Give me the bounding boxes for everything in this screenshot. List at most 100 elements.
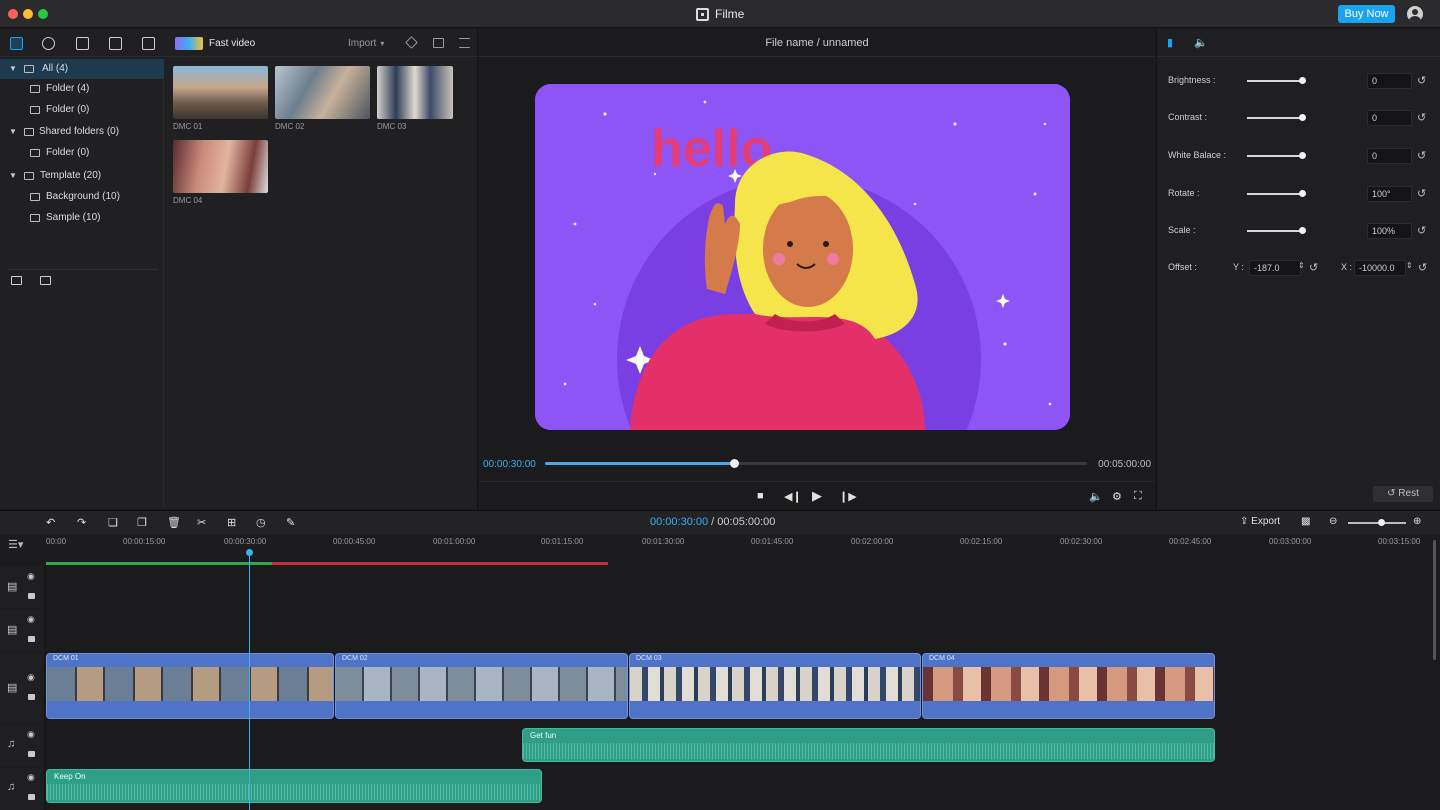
- playhead-handle[interactable]: [246, 549, 253, 556]
- zoom-slider-handle[interactable]: [1378, 519, 1385, 526]
- buy-now-button[interactable]: Buy Now: [1338, 5, 1395, 23]
- slider-handle[interactable]: [1298, 77, 1306, 84]
- visibility-eye-icon[interactable]: ◉: [27, 571, 35, 582]
- tree-item-template[interactable]: ▼ Template (20): [0, 166, 164, 186]
- media-thumbnail[interactable]: [173, 66, 268, 119]
- stepper-icon[interactable]: ⇕: [1406, 261, 1418, 273]
- tree-item-folder[interactable]: Folder (0): [0, 100, 164, 120]
- slider-handle[interactable]: [1298, 152, 1306, 159]
- settings-gear-icon[interactable]: ⚙: [1112, 490, 1122, 503]
- folder-icon[interactable]: [433, 38, 444, 48]
- property-value-input[interactable]: 100°: [1367, 186, 1412, 202]
- volume-icon[interactable]: ◉: [27, 729, 35, 740]
- maximize-window-button[interactable]: [38, 9, 48, 19]
- visibility-eye-icon[interactable]: ◉: [27, 614, 35, 625]
- reset-icon[interactable]: ↺: [1418, 261, 1430, 274]
- tree-item-all[interactable]: ▼ All (4): [0, 59, 164, 79]
- lock-icon[interactable]: [28, 636, 35, 642]
- reset-icon[interactable]: ↺: [1417, 74, 1429, 87]
- fast-video-label[interactable]: Fast video: [209, 38, 255, 49]
- edit-pen-icon[interactable]: ✎: [286, 516, 295, 529]
- undo-icon[interactable]: ↶: [46, 516, 55, 529]
- property-slider[interactable]: [1247, 152, 1306, 159]
- previous-frame-icon[interactable]: ◀❙: [784, 490, 802, 503]
- lock-icon[interactable]: [28, 694, 35, 700]
- stop-icon[interactable]: ■: [757, 490, 764, 502]
- playhead-line[interactable]: [249, 550, 250, 810]
- zoom-slider[interactable]: [1348, 522, 1406, 524]
- track-menu-icon[interactable]: ☰▾: [8, 538, 23, 551]
- preview-canvas[interactable]: hello: [535, 84, 1070, 430]
- offset-x-input[interactable]: -10000.0: [1354, 260, 1406, 276]
- reset-icon[interactable]: ↺: [1309, 261, 1321, 274]
- redo-icon[interactable]: ↷: [77, 516, 86, 529]
- rest-button[interactable]: ↺ Rest: [1373, 486, 1433, 502]
- fullscreen-icon[interactable]: ⛶: [1134, 490, 1142, 503]
- lock-icon[interactable]: [28, 794, 35, 800]
- layers-icon[interactable]: [405, 36, 418, 49]
- export-button[interactable]: ⇪ Export: [1240, 516, 1280, 527]
- scrubber-handle[interactable]: [730, 459, 740, 468]
- crop-icon[interactable]: ⊞: [227, 516, 236, 529]
- video-clip[interactable]: DCM 04: [922, 653, 1215, 719]
- tree-item-folder[interactable]: Folder (0): [0, 143, 164, 163]
- property-value-input[interactable]: 100%: [1367, 223, 1412, 239]
- lock-icon[interactable]: [28, 593, 35, 599]
- reset-icon[interactable]: ↺: [1417, 187, 1429, 200]
- list-view-icon[interactable]: [459, 38, 470, 48]
- media-thumbnail[interactable]: [173, 140, 268, 193]
- video-clip[interactable]: DCM 01: [46, 653, 334, 719]
- media-icon[interactable]: [10, 37, 23, 50]
- play-icon[interactable]: ▶: [812, 488, 822, 504]
- video-clip[interactable]: DCM 03: [629, 653, 921, 719]
- timeline-ruler[interactable]: ☰▾ 00:00 00:00:15:00 00:00:30:00 00:00:45:0…: [0, 534, 1440, 558]
- tree-item-sample[interactable]: Sample (10): [0, 208, 164, 228]
- video-properties-tab-icon[interactable]: ▮: [1167, 36, 1173, 49]
- slider-handle[interactable]: [1298, 227, 1306, 234]
- text-icon[interactable]: [109, 37, 122, 50]
- tree-item-background[interactable]: Background (10): [0, 187, 164, 207]
- media-thumbnail[interactable]: [275, 66, 370, 119]
- property-slider[interactable]: [1247, 190, 1306, 197]
- volume-icon[interactable]: ◉: [27, 772, 35, 783]
- tree-item-shared-folders[interactable]: ▼ Shared folders (0): [0, 122, 164, 142]
- slider-handle[interactable]: [1298, 114, 1306, 121]
- effects-icon[interactable]: [42, 37, 55, 50]
- property-value-input[interactable]: 0: [1367, 148, 1412, 164]
- offset-y-input[interactable]: -187.0: [1249, 260, 1301, 276]
- tree-item-folder[interactable]: Folder (4): [0, 79, 164, 99]
- lock-icon[interactable]: [28, 751, 35, 757]
- delete-icon[interactable]: 🗑: [167, 516, 181, 529]
- user-avatar-icon[interactable]: [1407, 6, 1423, 22]
- audio-clip[interactable]: Get fun: [522, 728, 1215, 762]
- preview-scrubber[interactable]: [545, 459, 1087, 468]
- slider-handle[interactable]: [1298, 190, 1306, 197]
- media-thumbnail[interactable]: [377, 66, 453, 119]
- transitions-icon[interactable]: [76, 37, 89, 50]
- property-value-input[interactable]: 0: [1367, 110, 1412, 126]
- aspect-ratio-icon[interactable]: ▩: [1301, 516, 1310, 527]
- property-value-input[interactable]: 0: [1367, 73, 1412, 89]
- zoom-in-icon[interactable]: ⊕: [1413, 516, 1421, 527]
- speed-icon[interactable]: ◷: [256, 516, 266, 529]
- property-slider[interactable]: [1247, 227, 1306, 234]
- audio-clip[interactable]: Keep On: [46, 769, 542, 803]
- zoom-out-icon[interactable]: ⊖: [1329, 516, 1337, 527]
- property-slider[interactable]: [1247, 114, 1306, 121]
- reset-icon[interactable]: ↺: [1417, 111, 1429, 124]
- video-clip[interactable]: DCM 02: [335, 653, 628, 719]
- property-slider[interactable]: [1247, 77, 1306, 84]
- reset-icon[interactable]: ↺: [1417, 149, 1429, 162]
- close-window-button[interactable]: [8, 9, 18, 19]
- visibility-eye-icon[interactable]: ◉: [27, 672, 35, 683]
- import-dropdown[interactable]: Import ▾: [348, 38, 384, 49]
- copy-icon[interactable]: ❏: [108, 516, 118, 529]
- reset-icon[interactable]: ↺: [1417, 224, 1429, 237]
- music-icon[interactable]: [142, 37, 155, 50]
- split-icon[interactable]: ✂: [197, 516, 206, 529]
- next-frame-icon[interactable]: ❙▶: [839, 490, 857, 503]
- volume-icon[interactable]: 🔈: [1089, 490, 1103, 503]
- timeline-scrollbar[interactable]: [1433, 540, 1436, 660]
- minimize-window-button[interactable]: [23, 9, 33, 19]
- new-folder-icon[interactable]: [40, 276, 51, 285]
